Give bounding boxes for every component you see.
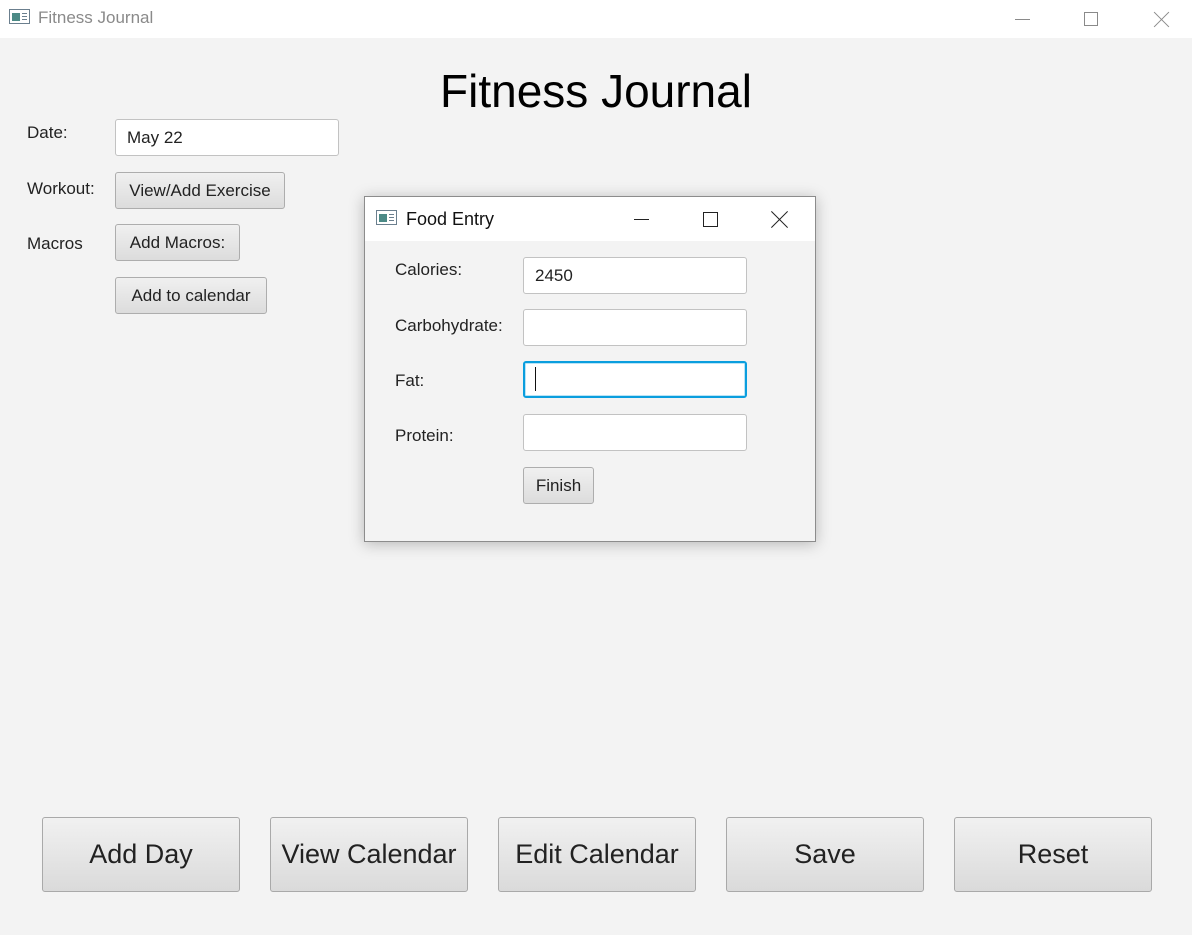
- close-icon: [1154, 11, 1170, 27]
- minimize-icon: [633, 218, 649, 220]
- add-to-calendar-button[interactable]: Add to calendar: [115, 277, 267, 314]
- window-title: Fitness Journal: [38, 8, 154, 27]
- maximize-icon: [1084, 12, 1098, 26]
- close-icon: [772, 211, 788, 227]
- calories-input[interactable]: 2450: [523, 257, 747, 294]
- edit-calendar-button[interactable]: Edit Calendar: [498, 817, 696, 892]
- calories-label: Calories:: [395, 260, 463, 279]
- dialog-title-bar: Food Entry: [365, 197, 815, 241]
- close-button[interactable]: [1139, 0, 1185, 38]
- workout-label: Workout:: [27, 179, 95, 198]
- main-title-bar: Fitness Journal: [0, 0, 1192, 38]
- minimize-icon: [1014, 18, 1030, 20]
- fat-input[interactable]: [523, 361, 747, 398]
- carbohydrate-label: Carbohydrate:: [395, 316, 503, 335]
- add-macros-button[interactable]: Add Macros:: [115, 224, 240, 261]
- macros-label: Macros: [27, 234, 83, 253]
- maximize-button[interactable]: [1068, 0, 1114, 38]
- dialog-maximize-button[interactable]: [687, 197, 733, 241]
- dialog-close-button[interactable]: [757, 197, 803, 241]
- view-calendar-button[interactable]: View Calendar: [270, 817, 468, 892]
- dialog-app-icon: [376, 210, 397, 225]
- view-add-exercise-button[interactable]: View/Add Exercise: [115, 172, 285, 209]
- add-day-button[interactable]: Add Day: [42, 817, 240, 892]
- carbohydrate-input[interactable]: [523, 309, 747, 346]
- maximize-icon: [702, 211, 718, 227]
- date-label: Date:: [27, 123, 68, 142]
- dialog-minimize-button[interactable]: [618, 197, 664, 241]
- text-caret: [535, 366, 536, 391]
- page-heading: Fitness Journal: [440, 65, 752, 117]
- reset-button[interactable]: Reset: [954, 817, 1152, 892]
- protein-label: Protein:: [395, 426, 454, 445]
- date-input[interactable]: May 22: [115, 119, 339, 156]
- dialog-title: Food Entry: [406, 209, 495, 229]
- protein-input[interactable]: [523, 414, 747, 451]
- food-entry-dialog: Food Entry Calories: 2450 Carbohydrate: …: [364, 196, 816, 542]
- finish-button[interactable]: Finish: [523, 467, 594, 504]
- fat-label: Fat:: [395, 371, 425, 390]
- minimize-button[interactable]: [999, 0, 1045, 38]
- save-button[interactable]: Save: [726, 817, 924, 892]
- app-window-icon: [9, 9, 30, 24]
